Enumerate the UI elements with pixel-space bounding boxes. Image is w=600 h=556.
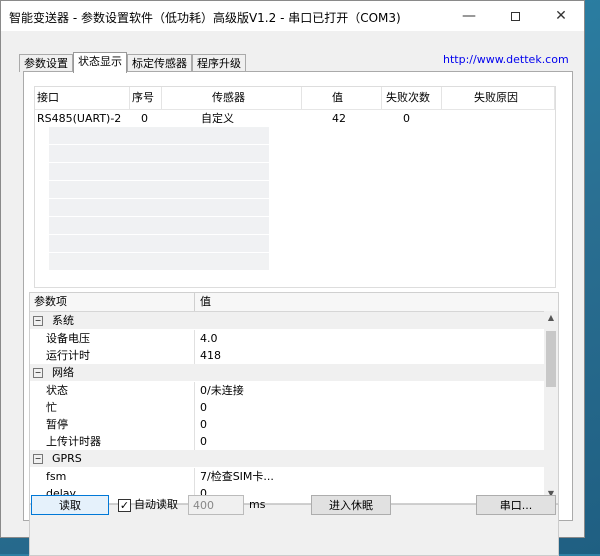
window-title: 智能变送器 - 参数设置软件（低功耗）高级版V1.2 - 串口已打开（COM3) xyxy=(9,11,401,25)
header-param-name: 参数项 xyxy=(34,295,67,308)
property-name: fsm xyxy=(46,470,67,483)
col-header-index[interactable]: 序号 xyxy=(130,87,162,109)
close-icon: ✕ xyxy=(555,8,567,24)
maximize-button[interactable] xyxy=(492,1,538,31)
col-header-fail-reason[interactable]: 失败原因 xyxy=(442,87,555,109)
tab-param-settings[interactable]: 参数设置 xyxy=(19,54,73,72)
property-name: 上传计时器 xyxy=(46,435,101,448)
faded-background-artifact xyxy=(49,127,269,287)
title-bar: 智能变送器 - 参数设置软件（低功耗）高级版V1.2 - 串口已打开（COM3)… xyxy=(1,1,584,31)
property-value: 0 xyxy=(200,401,207,414)
status-panel: 接口 序号 传感器 值 失败次数 失败原因 RS485(UART)-2 0 自定… xyxy=(23,71,573,556)
close-button[interactable]: ✕ xyxy=(538,1,584,31)
category-row-gprs[interactable]: − GPRS xyxy=(30,450,544,467)
tab-strip: 参数设置 状态显示 标定传感器 程序升级 xyxy=(19,52,246,73)
tab-status-display[interactable]: 状态显示 xyxy=(73,52,127,73)
tab-firmware-upgrade[interactable]: 程序升级 xyxy=(192,54,246,72)
property-value: 418 xyxy=(200,349,221,362)
category-row-system[interactable]: − 系统 xyxy=(30,312,544,329)
header-divider[interactable] xyxy=(194,293,195,311)
bottom-toolbar: 读取 ✓ 自动读取 400 ms 进入休眠 串口... xyxy=(1,488,586,518)
row-divider xyxy=(194,416,195,433)
row-divider xyxy=(194,433,195,450)
col-header-fail-count[interactable]: 失败次数 xyxy=(382,87,442,109)
minimize-icon: — xyxy=(462,8,476,24)
property-row[interactable]: 忙 0 xyxy=(30,399,544,416)
col-header-value[interactable]: 值 xyxy=(302,87,382,109)
scroll-up-icon[interactable]: ▲ xyxy=(544,313,558,325)
property-name: 状态 xyxy=(46,384,68,397)
property-row[interactable]: 暂停 0 xyxy=(30,416,544,433)
cell-value: 42 xyxy=(332,112,346,125)
scroll-thumb[interactable] xyxy=(546,331,556,387)
property-value: 7/检查SIM卡... xyxy=(200,470,274,483)
col-header-interface[interactable]: 接口 xyxy=(35,87,130,109)
cell-fail-count: 0 xyxy=(403,112,410,125)
property-value: 0/未连接 xyxy=(200,384,244,397)
property-row[interactable]: 上传计时器 0 xyxy=(30,433,544,450)
auto-read-label[interactable]: 自动读取 xyxy=(134,498,178,512)
property-row[interactable]: 状态 0/未连接 xyxy=(30,382,544,399)
row-divider xyxy=(194,382,195,399)
category-label: 网络 xyxy=(52,366,74,379)
auto-read-checkbox[interactable]: ✓ xyxy=(118,499,131,512)
property-name: 暂停 xyxy=(46,418,68,431)
website-link[interactable]: http://www.dettek.com xyxy=(443,53,569,66)
cell-interface: RS485(UART)-2 xyxy=(37,112,122,125)
property-value: 0 xyxy=(200,435,207,448)
collapse-icon[interactable]: − xyxy=(33,368,43,378)
header-param-value: 值 xyxy=(200,295,211,308)
property-grid: 参数项 值 − 系统 设备电压 4.0 运行计时 418 − 网络 状态 0/未… xyxy=(29,292,559,504)
app-window: 智能变送器 - 参数设置软件（低功耗）高级版V1.2 - 串口已打开（COM3)… xyxy=(0,0,586,556)
collapse-icon[interactable]: − xyxy=(33,316,43,326)
maximize-icon xyxy=(510,11,520,21)
vertical-scrollbar[interactable]: ▲ ▼ xyxy=(544,311,558,503)
cell-sensor: 自定义 xyxy=(201,112,234,125)
property-row[interactable]: 运行计时 418 xyxy=(30,347,544,364)
cell-index: 0 xyxy=(141,112,148,125)
row-divider xyxy=(194,399,195,416)
serial-port-button[interactable]: 串口... xyxy=(476,495,556,515)
property-name: 设备电压 xyxy=(46,332,90,345)
interval-unit: ms xyxy=(249,498,266,511)
interval-input[interactable]: 400 xyxy=(188,495,244,515)
category-row-network[interactable]: − 网络 xyxy=(30,364,544,381)
sleep-button[interactable]: 进入休眠 xyxy=(311,495,391,515)
collapse-icon[interactable]: − xyxy=(33,454,43,464)
tab-calibrate-sensor[interactable]: 标定传感器 xyxy=(127,54,192,72)
property-row[interactable]: fsm 7/检查SIM卡... xyxy=(30,468,544,485)
sensor-status-table: 接口 序号 传感器 值 失败次数 失败原因 RS485(UART)-2 0 自定… xyxy=(34,86,556,288)
col-header-sensor[interactable]: 传感器 xyxy=(162,87,302,109)
read-button[interactable]: 读取 xyxy=(31,495,109,515)
category-label: GPRS xyxy=(52,452,82,465)
row-divider xyxy=(194,347,195,364)
row-divider xyxy=(194,468,195,485)
minimize-button[interactable]: — xyxy=(446,1,492,31)
property-value: 4.0 xyxy=(200,332,218,345)
property-name: 忙 xyxy=(46,401,57,414)
property-row[interactable]: 设备电压 4.0 xyxy=(30,330,544,347)
property-grid-header: 参数项 值 xyxy=(30,293,558,312)
property-value: 0 xyxy=(200,418,207,431)
row-divider xyxy=(194,330,195,347)
table-header: 接口 序号 传感器 值 失败次数 失败原因 xyxy=(35,87,555,110)
property-name: 运行计时 xyxy=(46,349,90,362)
category-label: 系统 xyxy=(52,314,74,327)
